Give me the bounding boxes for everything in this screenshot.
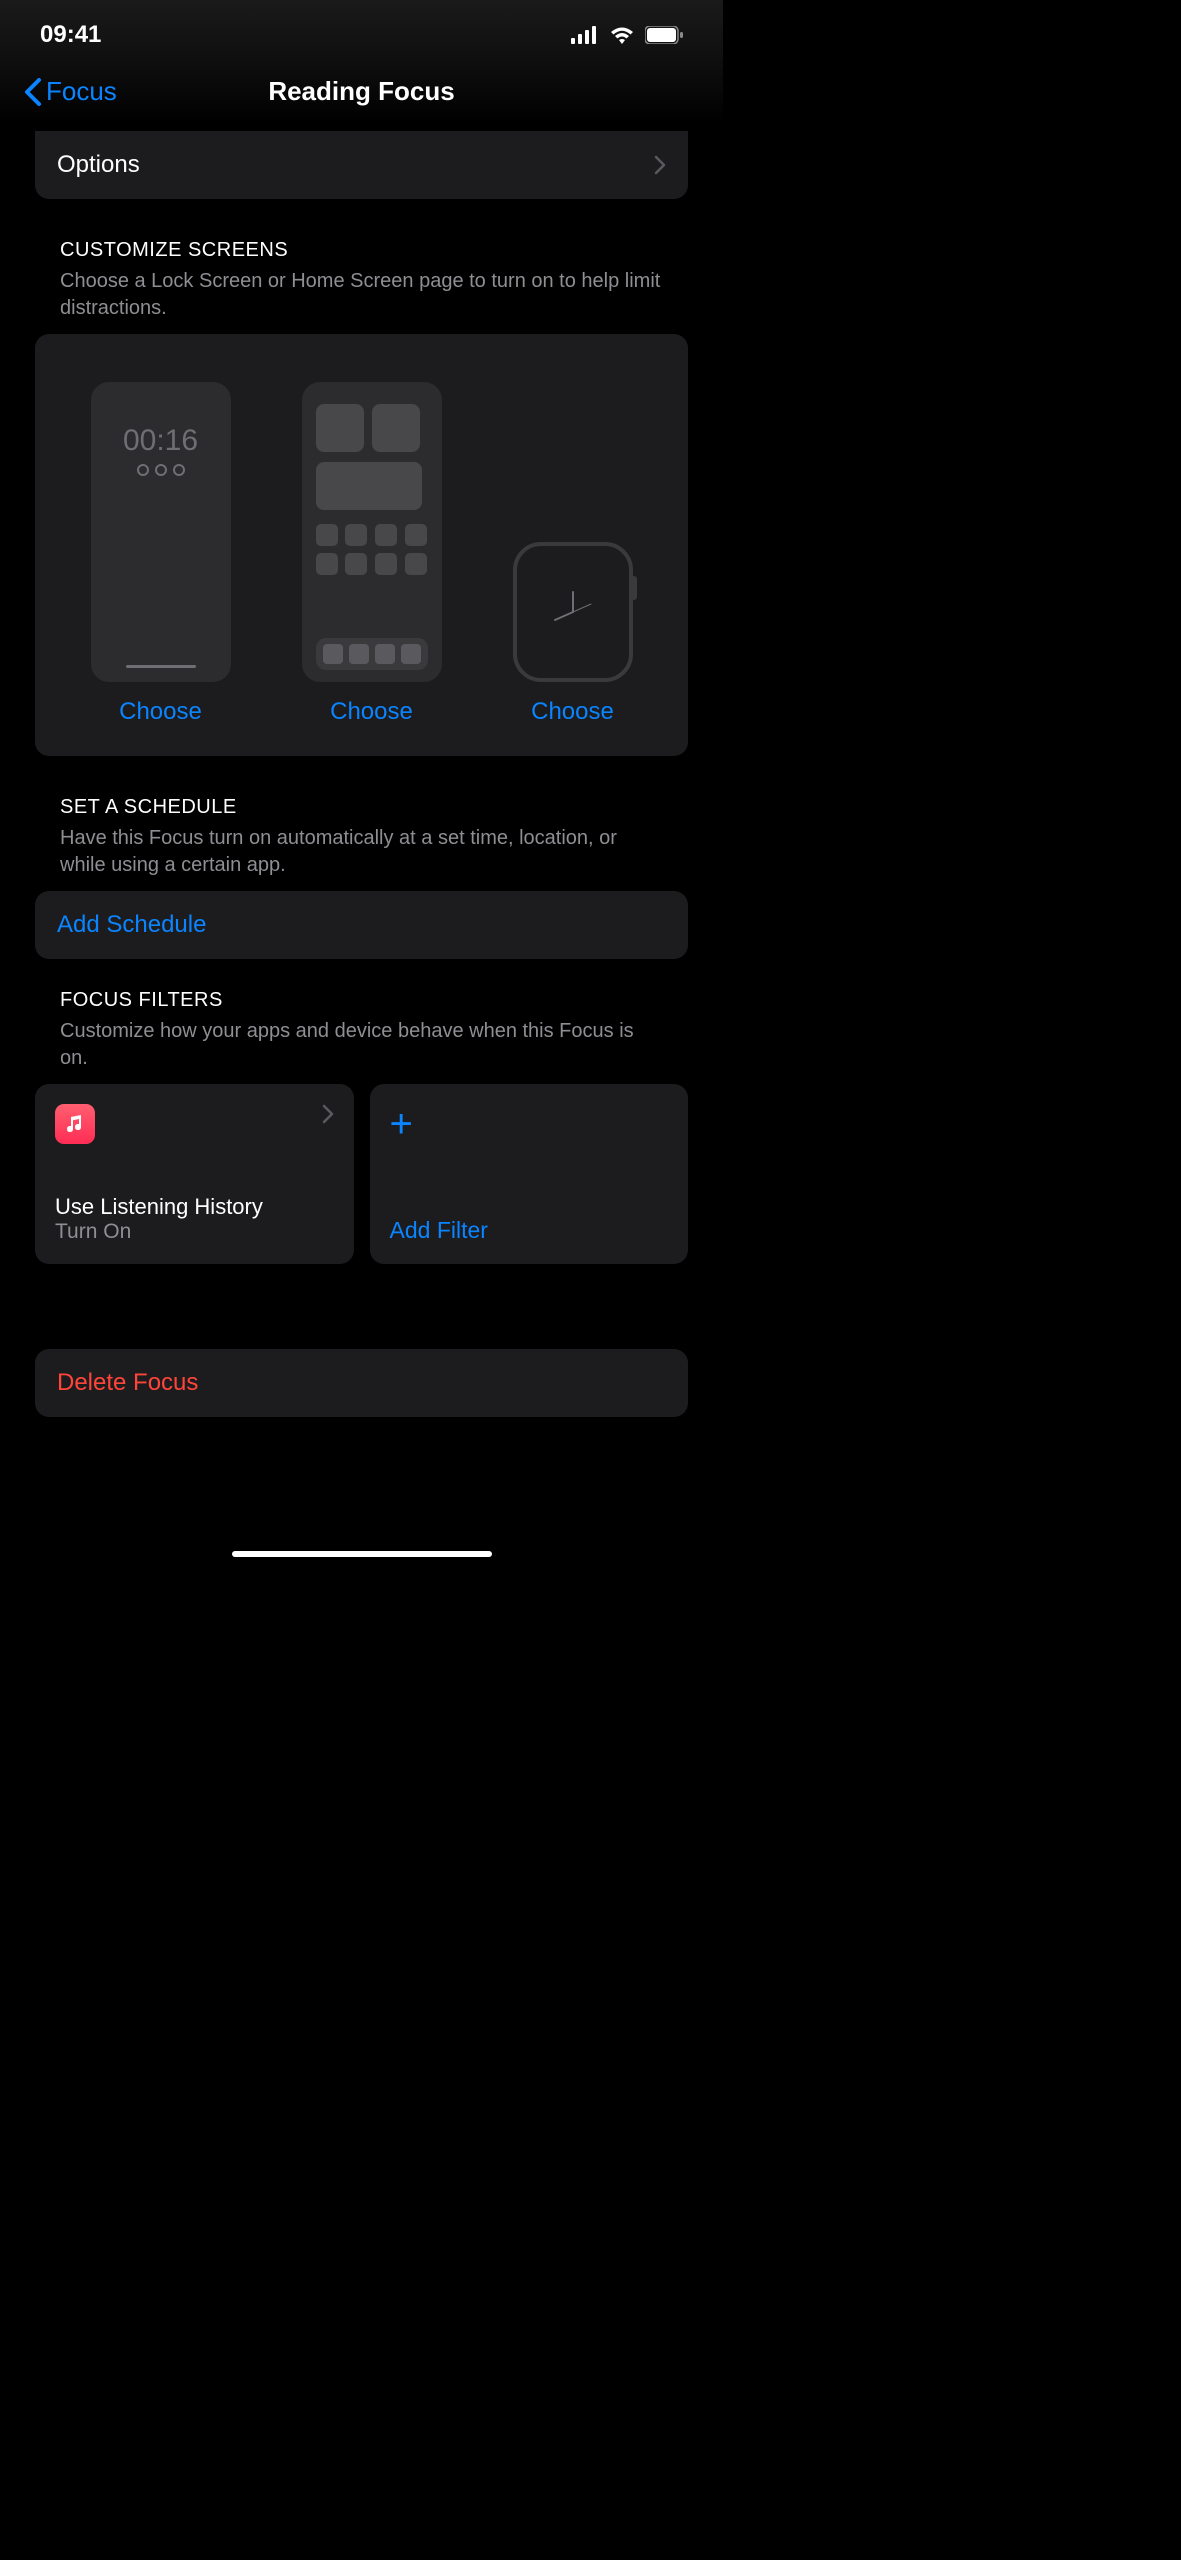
customize-screens-title: CUSTOMIZE SCREENS xyxy=(60,239,663,262)
lock-screen-item[interactable]: 00:16 Choose xyxy=(91,382,231,726)
customize-screens-desc: Choose a Lock Screen or Home Screen page… xyxy=(60,268,663,322)
chevron-right-icon xyxy=(322,1104,334,1124)
filters-desc: Customize how your apps and device behav… xyxy=(60,1018,663,1072)
customize-screens-header: CUSTOMIZE SCREENS Choose a Lock Screen o… xyxy=(0,199,723,334)
home-indicator[interactable] xyxy=(232,1551,492,1557)
choose-lock-screen[interactable]: Choose xyxy=(119,698,202,726)
music-icon xyxy=(55,1104,95,1144)
schedule-title: SET A SCHEDULE xyxy=(60,796,663,819)
schedule-desc: Have this Focus turn on automatically at… xyxy=(60,825,663,879)
nav-bar: Focus Reading Focus xyxy=(0,60,723,123)
lock-screen-time: 00:16 xyxy=(123,424,198,458)
music-filter-sub: Turn On xyxy=(55,1220,334,1244)
add-filter-label: Add Filter xyxy=(390,1217,669,1244)
add-filter-card[interactable]: + Add Filter xyxy=(370,1084,689,1264)
watch-face-item[interactable]: Choose xyxy=(513,542,633,726)
choose-home-screen[interactable]: Choose xyxy=(330,698,413,726)
status-time: 09:41 xyxy=(40,21,101,49)
watch-hands-icon xyxy=(543,582,603,642)
battery-icon xyxy=(645,26,683,44)
back-label: Focus xyxy=(46,76,117,107)
filters-title: FOCUS FILTERS xyxy=(60,989,663,1012)
lock-screen-preview: 00:16 xyxy=(91,382,231,682)
back-button[interactable]: Focus xyxy=(24,76,117,107)
watch-face-preview xyxy=(513,542,633,682)
music-filter-card[interactable]: Use Listening History Turn On xyxy=(35,1084,354,1264)
lock-dots xyxy=(137,464,185,476)
add-schedule-button[interactable]: Add Schedule xyxy=(35,891,688,959)
chevron-left-icon xyxy=(24,78,42,106)
wifi-icon xyxy=(609,26,635,44)
cellular-icon xyxy=(571,26,599,44)
music-filter-title: Use Listening History xyxy=(55,1194,334,1220)
status-bar: 09:41 xyxy=(0,0,723,60)
page-title: Reading Focus xyxy=(268,76,454,107)
delete-focus-button[interactable]: Delete Focus xyxy=(35,1349,688,1417)
home-screen-preview xyxy=(302,382,442,682)
schedule-header: SET A SCHEDULE Have this Focus turn on a… xyxy=(0,756,723,891)
plus-icon: + xyxy=(390,1104,669,1144)
delete-focus-label: Delete Focus xyxy=(57,1369,198,1396)
chevron-right-icon xyxy=(654,155,666,175)
screens-card: 00:16 Choose Choose xyxy=(35,334,688,756)
status-icons xyxy=(571,26,683,44)
options-row[interactable]: Options xyxy=(35,131,688,199)
options-label: Options xyxy=(57,151,140,179)
choose-watch-face[interactable]: Choose xyxy=(531,698,614,726)
add-schedule-label: Add Schedule xyxy=(57,911,206,938)
filters-header: FOCUS FILTERS Customize how your apps an… xyxy=(0,959,723,1084)
filters-row: Use Listening History Turn On + Add Filt… xyxy=(35,1084,688,1264)
home-screen-item[interactable]: Choose xyxy=(302,382,442,726)
